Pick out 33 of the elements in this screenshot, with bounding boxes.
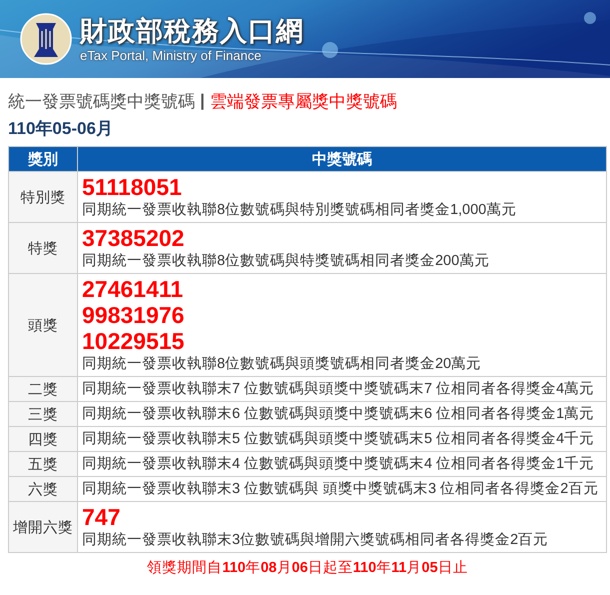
- column-header: 獎別: [8, 146, 78, 172]
- prize-description: 同期統一發票收執聯8位數號碼與特別獎號碼相同者獎金1,000萬元: [82, 201, 518, 220]
- site-subtitle: eTax Portal, Ministry of Finance: [80, 48, 262, 64]
- prize-description: 同期統一發票收執聯末3 位數號碼與 頭獎中獎號碼末3 位相同者各得獎金2百元: [82, 480, 600, 499]
- prize-cell: 三獎: [8, 402, 78, 426]
- prize-description: 同期統一發票收執聯末3位數號碼與增開六獎號碼相同者各得獎金2百元: [82, 530, 550, 550]
- site-title: 財政部稅務入口網: [80, 16, 304, 48]
- prize-cell: 六獎: [8, 476, 78, 502]
- winning-number: 747: [82, 504, 122, 530]
- logo-icon[interactable]: [20, 13, 72, 65]
- prize-cell: 特別獎: [8, 172, 78, 222]
- prize-description: 同期統一發票收執聯末6 位數號碼與頭獎中獎號碼末6 位相同者各得獎金1萬元: [82, 405, 596, 424]
- separator: |: [200, 91, 205, 111]
- prize-cell: 四獎: [8, 426, 78, 452]
- prize-description: 同期統一發票收執聯8位數號碼與頭獎號碼相同者獎金20萬元: [82, 355, 482, 374]
- prize-description: 同期統一發票收執聯末4 位數號碼與頭獎中獎號碼末4 位相同者各得獎金1千元: [82, 455, 596, 474]
- prize-cell: 五獎: [8, 452, 78, 476]
- prize-description: 同期統一發票收執聯末5 位數號碼與頭獎中獎號碼末5 位相同者各得獎金4千元: [82, 430, 596, 449]
- prize-description: 同期統一發票收執聯末7 位數號碼與頭獎中獎號碼末7 位相同者各得獎金4萬元: [82, 380, 596, 399]
- period-heading: 110年05-06月: [8, 118, 114, 140]
- winning-number: 51118051: [82, 174, 183, 200]
- nav-link[interactable]: 統一發票號碼獎中獎號碼: [8, 90, 195, 112]
- prize-description: 同期統一發票收執聯8位數號碼與特獎號碼相同者獎金200萬元: [82, 252, 490, 271]
- winning-number: 27461411: [82, 276, 184, 302]
- prize-cell: 頭獎: [8, 274, 78, 376]
- winning-number: 10229515: [82, 328, 186, 354]
- prize-cell: 特獎: [8, 222, 78, 274]
- winning-number: 37385202: [82, 225, 186, 251]
- nav-link[interactable]: 雲端發票專屬獎中獎號碼: [210, 90, 397, 112]
- prize-cell: 二獎: [8, 376, 78, 402]
- column-header: 中獎號碼: [78, 146, 606, 172]
- prize-cell: 增開六獎: [8, 502, 78, 552]
- winning-number: 99831976: [82, 302, 186, 328]
